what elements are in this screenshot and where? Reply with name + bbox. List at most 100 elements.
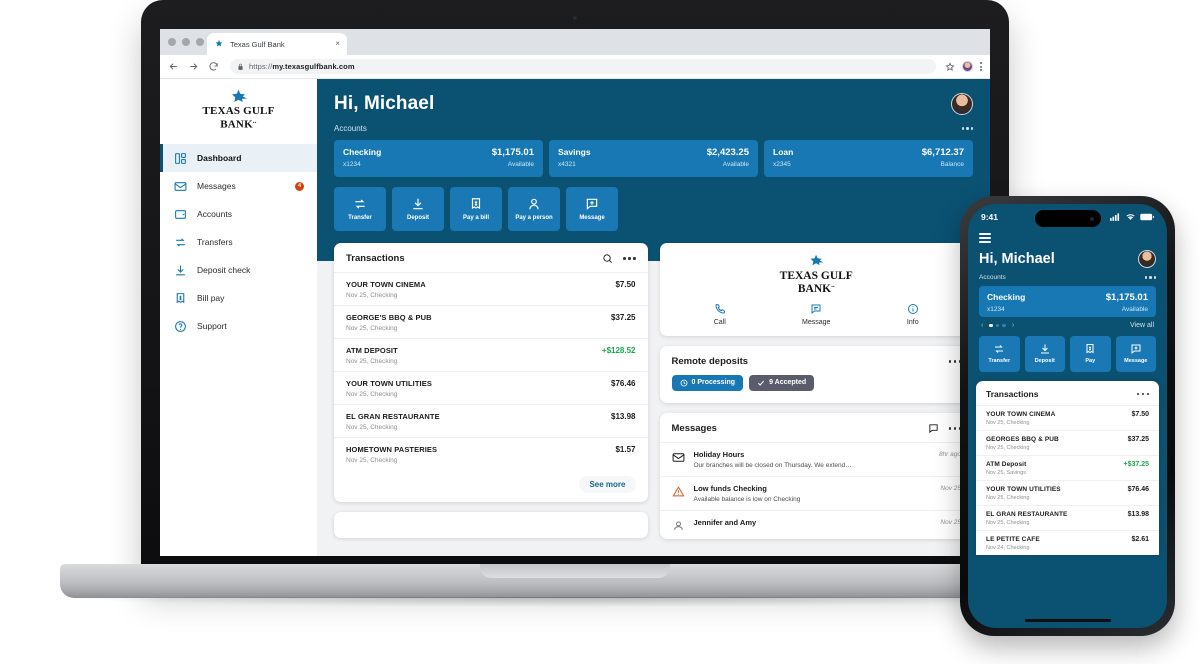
accounts-menu-icon[interactable] — [961, 127, 973, 130]
message-title: Jennifer and Amy — [693, 517, 757, 527]
reload-icon[interactable] — [208, 61, 219, 72]
table-row[interactable]: EL GRAN RESTAURANTE Nov 25, Checking $13.… — [334, 404, 648, 437]
account-card-loan[interactable]: Loan $6,712.37 x2345 Balance — [764, 140, 973, 177]
hamburger-icon[interactable] — [979, 233, 991, 243]
search-icon[interactable] — [602, 253, 613, 264]
laptop-device: Texas Gulf Bank × https://my.texasgulfba… — [60, 0, 1090, 607]
phone-accounts-menu-icon[interactable] — [1144, 276, 1156, 279]
list-item[interactable]: Holiday Hours Our branches will be close… — [659, 441, 973, 476]
contact-action-message[interactable]: Message — [768, 303, 865, 326]
transaction-amount: +$128.52 — [601, 346, 636, 355]
sidebar-item-deposit-check[interactable]: Deposit check — [160, 256, 317, 284]
view-all-button[interactable]: View all — [1130, 322, 1154, 329]
screenshot-stage: Texas Gulf Bank × https://my.texasgulfba… — [0, 0, 1200, 664]
tab-close-icon[interactable]: × — [335, 40, 340, 48]
window-maximize-dot[interactable] — [196, 38, 204, 46]
quick-action-deposit[interactable]: Deposit — [392, 187, 444, 231]
browser-tab[interactable]: Texas Gulf Bank × — [207, 33, 347, 55]
sidebar-item-bill-pay[interactable]: Bill pay — [160, 284, 317, 312]
account-card-savings[interactable]: Savings $2,423.25 x4321 Available — [549, 140, 758, 177]
download-icon — [176, 265, 185, 275]
quick-action-message[interactable]: Message — [566, 187, 618, 231]
list-item[interactable]: ATM Deposit Nov 25, Savings +$37.25 — [976, 454, 1159, 480]
transaction-name: EL GRAN RESTAURANTE — [346, 412, 440, 421]
transfer-arrows-icon — [355, 199, 365, 209]
back-arrow-icon[interactable] — [168, 61, 179, 72]
phone-quick-action-pay[interactable]: Pay — [1070, 335, 1111, 372]
list-item[interactable]: EL GRAN RESTAURANTE Nov 25, Checking $13.… — [976, 504, 1159, 530]
sidebar-item-dashboard[interactable]: Dashboard — [160, 144, 317, 172]
list-item[interactable]: GEORGES BBQ & PUB Nov 25, Checking $37.25 — [976, 429, 1159, 455]
browser-menu-icon[interactable] — [980, 62, 982, 71]
account-number: x1234 — [987, 305, 1005, 313]
pager-prev-icon[interactable]: ‹ — [981, 322, 983, 329]
account-name: Loan — [773, 147, 794, 157]
right-column: TEXAS GULF BANK.. Call Message Info Remo… — [659, 243, 973, 539]
phone-quick-action-message[interactable]: Message — [1115, 335, 1156, 372]
table-row[interactable]: YOUR TOWN CINEMA Nov 25, Checking $7.50 — [334, 272, 648, 305]
contact-action-call[interactable]: Call — [672, 303, 769, 326]
quick-action-pay-a-person[interactable]: Pay a person — [508, 187, 560, 231]
phone-screen: 9:41 Hi, Michael Accounts Checking $1,17… — [968, 204, 1167, 628]
browser-toolbar-right — [945, 61, 982, 72]
account-number: x4321 — [558, 161, 576, 168]
account-card-checking[interactable]: Checking $1,175.01 x1234 Available — [334, 140, 543, 177]
transaction-meta: Nov 24, Checking — [986, 544, 1030, 551]
browser-profile-avatar[interactable] — [962, 61, 973, 72]
message-plus-icon — [586, 198, 598, 210]
contact-action-label: Message — [802, 318, 831, 326]
sidebar-item-transfers[interactable]: Transfers — [160, 228, 317, 256]
phone-page-title: Hi, Michael — [979, 250, 1055, 267]
contact-action-info[interactable]: Info — [865, 303, 962, 326]
quick-action-transfer[interactable]: Transfer — [334, 187, 386, 231]
transactions-menu-icon[interactable] — [623, 257, 636, 260]
account-amount: $1,175.01 — [491, 147, 534, 158]
table-row[interactable]: ATM DEPOSIT Nov 25, Checking +$128.52 — [334, 338, 648, 371]
user-avatar[interactable] — [951, 93, 973, 115]
phone-quick-action-transfer[interactable]: Transfer — [979, 335, 1020, 372]
message-icon — [811, 304, 821, 314]
list-item[interactable]: Low funds Checking Available balance is … — [659, 475, 973, 510]
window-close-dot[interactable] — [168, 38, 176, 46]
phone-account-card-checking[interactable]: Checking $1,175.01 x1234 Available — [979, 285, 1156, 317]
transaction-amount: $7.50 — [1131, 410, 1149, 418]
status-time: 9:41 — [981, 212, 999, 222]
contact-brand-line-2: BANK.. — [797, 281, 835, 295]
status-badge-accepted[interactable]: 9 Accepted — [749, 374, 815, 391]
quick-action-label: Message — [579, 215, 605, 221]
pager-next-icon[interactable]: › — [1012, 322, 1014, 329]
quick-action-label: Transfer — [348, 215, 372, 221]
table-row[interactable]: YOUR TOWN UTILITIES Nov 25, Checking $76.… — [334, 371, 648, 404]
sidebar-item-support[interactable]: Support — [160, 312, 317, 340]
accounts-label: Accounts — [334, 124, 367, 133]
phone-transactions-card: Transactions YOUR TOWN CINEMA Nov 25, Che… — [976, 380, 1159, 555]
left-column: Transactions YOUR TOWN CINEMA Nov 25, Che… — [334, 243, 648, 539]
message-icon[interactable] — [928, 423, 939, 434]
phone-quick-action-deposit[interactable]: Deposit — [1024, 335, 1065, 372]
phone-user-avatar[interactable] — [1138, 249, 1156, 268]
transaction-name: YOUR TOWN UTILITIES — [986, 485, 1061, 493]
address-bar[interactable]: https://my.texasgulfbank.com — [230, 59, 936, 74]
sidebar-item-messages[interactable]: Messages 4 — [160, 172, 317, 200]
window-minimize-dot[interactable] — [182, 38, 190, 46]
list-item[interactable]: YOUR TOWN CINEMA Nov 25, Checking $7.50 — [976, 404, 1159, 430]
list-item[interactable]: LE PETITE CAFE Nov 24, Checking $2.61 — [976, 529, 1159, 555]
sidebar-item-accounts[interactable]: Accounts — [160, 200, 317, 228]
list-item[interactable]: YOUR TOWN UTILITIES Nov 25, Checking $76.… — [976, 479, 1159, 505]
bookmark-star-icon[interactable] — [945, 61, 955, 72]
dashboard-icon — [175, 152, 186, 164]
transaction-name: LE PETITE CAFE — [986, 535, 1040, 543]
transaction-meta: Nov 25, Checking — [986, 519, 1030, 526]
phone-transactions-menu-icon[interactable] — [1136, 392, 1149, 396]
status-badge-processing[interactable]: 0 Processing — [671, 374, 744, 391]
window-controls[interactable] — [168, 38, 204, 46]
quick-action-pay-a-bill[interactable]: Pay a bill — [450, 187, 502, 231]
messages-title: Messages — [671, 422, 717, 434]
forward-arrow-icon[interactable] — [188, 61, 199, 72]
table-row[interactable]: GEORGE'S BBQ & PUB Nov 25, Checking $37.2… — [334, 305, 648, 338]
pager-dots[interactable] — [989, 323, 1006, 328]
list-item[interactable]: Jennifer and Amy Nov 25 — [659, 509, 973, 539]
see-more-button[interactable]: See more — [579, 476, 636, 493]
address-bar-url: https://my.texasgulfbank.com — [249, 62, 355, 71]
table-row[interactable]: HOMETOWN PASTERIES Nov 25, Checking $1.57 — [334, 437, 648, 470]
